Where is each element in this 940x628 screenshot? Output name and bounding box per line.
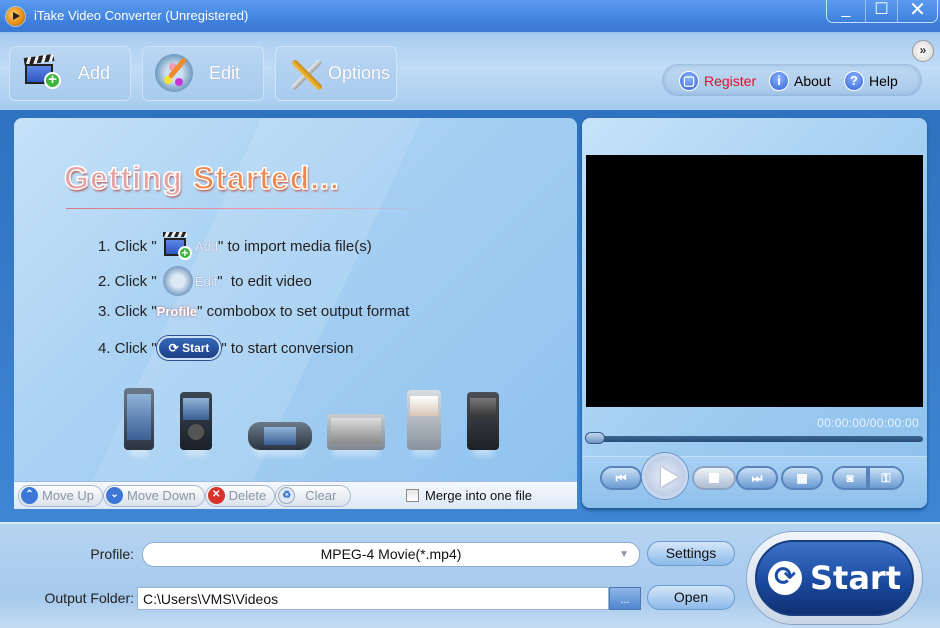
previous-button[interactable]: ⏮	[600, 466, 642, 490]
devices-illustration	[122, 378, 502, 468]
move-up-icon: ⌃	[21, 487, 38, 504]
title-divider	[66, 208, 436, 209]
output-settings: Profile: MPEG-4 Movie(*.mp4) ▼ Settings …	[0, 522, 940, 628]
media-player-icon	[327, 414, 385, 450]
delete-button[interactable]: ✕ Delete	[204, 484, 276, 507]
window-title: iTake Video Converter (Unregistered)	[34, 8, 249, 23]
info-icon: i	[769, 71, 789, 91]
title-bar: iTake Video Converter (Unregistered) _ ☐…	[0, 0, 940, 32]
move-down-button[interactable]: ⌄ Move Down	[103, 484, 205, 507]
start-pill-icon: ⟳ Start	[156, 336, 222, 360]
step-2: 2. Click " Edit " to edit video	[98, 266, 312, 296]
edit-palette-icon	[162, 266, 193, 296]
open-button[interactable]: Open	[647, 585, 735, 610]
settings-button[interactable]: Settings	[647, 541, 735, 566]
main-toolbar: + Add Edit Options » ▢ Register i About …	[0, 32, 940, 110]
merge-label: Merge into one file	[425, 488, 532, 503]
maximize-button[interactable]: ☐	[865, 0, 897, 22]
delete-icon: ✕	[207, 487, 225, 504]
clear-button[interactable]: ♻ Clear	[275, 484, 352, 507]
browse-button[interactable]: ...	[609, 587, 641, 610]
window-controls: _ ☐ ✕	[826, 0, 938, 23]
iphone-icon	[124, 388, 154, 450]
options-button[interactable]: Options	[275, 46, 397, 101]
refresh-arrow-icon: ⟳	[767, 561, 802, 595]
previous-icon: ⏮	[615, 470, 627, 485]
stop-icon	[709, 473, 719, 483]
move-down-icon: ⌄	[106, 487, 124, 504]
profile-label: Profile:	[90, 546, 134, 562]
preview-panel: 00:00:00/00:00:00 ⏮ ⏭ ▦ ◙ ⚿	[582, 118, 927, 508]
edit-button[interactable]: Edit	[142, 46, 264, 101]
smartphone-icon	[407, 390, 441, 450]
help-bar: ▢ Register i About ? Help	[662, 64, 922, 96]
add-button-label: Add	[78, 63, 111, 83]
snapshot-settings-button[interactable]: ⚿	[868, 466, 904, 490]
output-folder-label: Output Folder:	[44, 590, 135, 606]
help-icon: ?	[844, 71, 864, 91]
list-toolbar: ⌃ Move Up ⌄ Move Down ✕ Delete ♻ Clear M…	[14, 481, 577, 509]
start-button[interactable]: ⟳ Start	[747, 532, 922, 624]
output-folder-input[interactable]	[137, 587, 609, 610]
lock-icon: ▢	[679, 71, 699, 91]
about-label: About	[794, 73, 831, 89]
blackberry-icon	[467, 392, 499, 450]
fullscreen-button[interactable]: ▦	[781, 466, 823, 490]
help-link[interactable]: ? Help	[844, 71, 898, 91]
next-button[interactable]: ⏭	[736, 466, 778, 490]
next-icon: ⏭	[751, 470, 763, 485]
clear-icon: ♻	[278, 487, 296, 504]
play-button[interactable]	[642, 453, 688, 499]
help-label: Help	[869, 73, 898, 89]
step-3: 3. Click " Profile " combobox to set out…	[98, 303, 410, 320]
edit-button-label: Edit	[209, 63, 241, 83]
stop-button[interactable]	[692, 466, 736, 490]
close-button[interactable]: ✕	[897, 0, 937, 22]
file-list-panel[interactable]: Getting Started... 1. Click " + Add " to…	[14, 118, 577, 481]
options-button-label: Options	[328, 63, 391, 83]
options-tools-icon	[288, 55, 326, 93]
add-media-icon: +	[162, 232, 193, 260]
step-4: 4. Click " ⟳ Start " to start conversion	[98, 336, 353, 360]
add-media-icon: +	[23, 53, 61, 89]
expand-more-button[interactable]: »	[912, 40, 934, 62]
merge-checkbox[interactable]: Merge into one file	[406, 488, 532, 503]
playback-time: 00:00:00/00:00:00	[817, 416, 919, 430]
psp-icon	[248, 422, 312, 450]
register-link[interactable]: ▢ Register	[679, 71, 756, 91]
ipod-icon	[180, 392, 212, 450]
chevron-down-icon: ▼	[619, 549, 629, 560]
minimize-button[interactable]: _	[827, 0, 865, 22]
app-logo-icon	[6, 7, 25, 26]
add-button[interactable]: + Add	[9, 46, 131, 101]
key-icon: ⚿	[881, 470, 891, 485]
merge-checkbox-box[interactable]	[406, 489, 419, 502]
step-1: 1. Click " + Add " to import media file(…	[98, 232, 372, 260]
snapshot-button[interactable]: ◙	[832, 466, 868, 490]
fullscreen-icon: ▦	[796, 471, 808, 485]
main-area: Getting Started... 1. Click " + Add " to…	[0, 110, 940, 522]
video-preview	[586, 155, 923, 407]
register-label: Register	[704, 73, 757, 89]
edit-palette-icon	[155, 54, 193, 92]
move-up-button[interactable]: ⌃ Move Up	[18, 484, 104, 507]
getting-started-title: Getting Started...	[63, 159, 340, 197]
seek-bar[interactable]	[586, 436, 923, 442]
camera-icon: ◙	[846, 471, 854, 485]
about-link[interactable]: i About	[769, 71, 831, 91]
seek-thumb[interactable]	[585, 432, 605, 444]
profile-combobox[interactable]: MPEG-4 Movie(*.mp4) ▼	[142, 542, 640, 567]
